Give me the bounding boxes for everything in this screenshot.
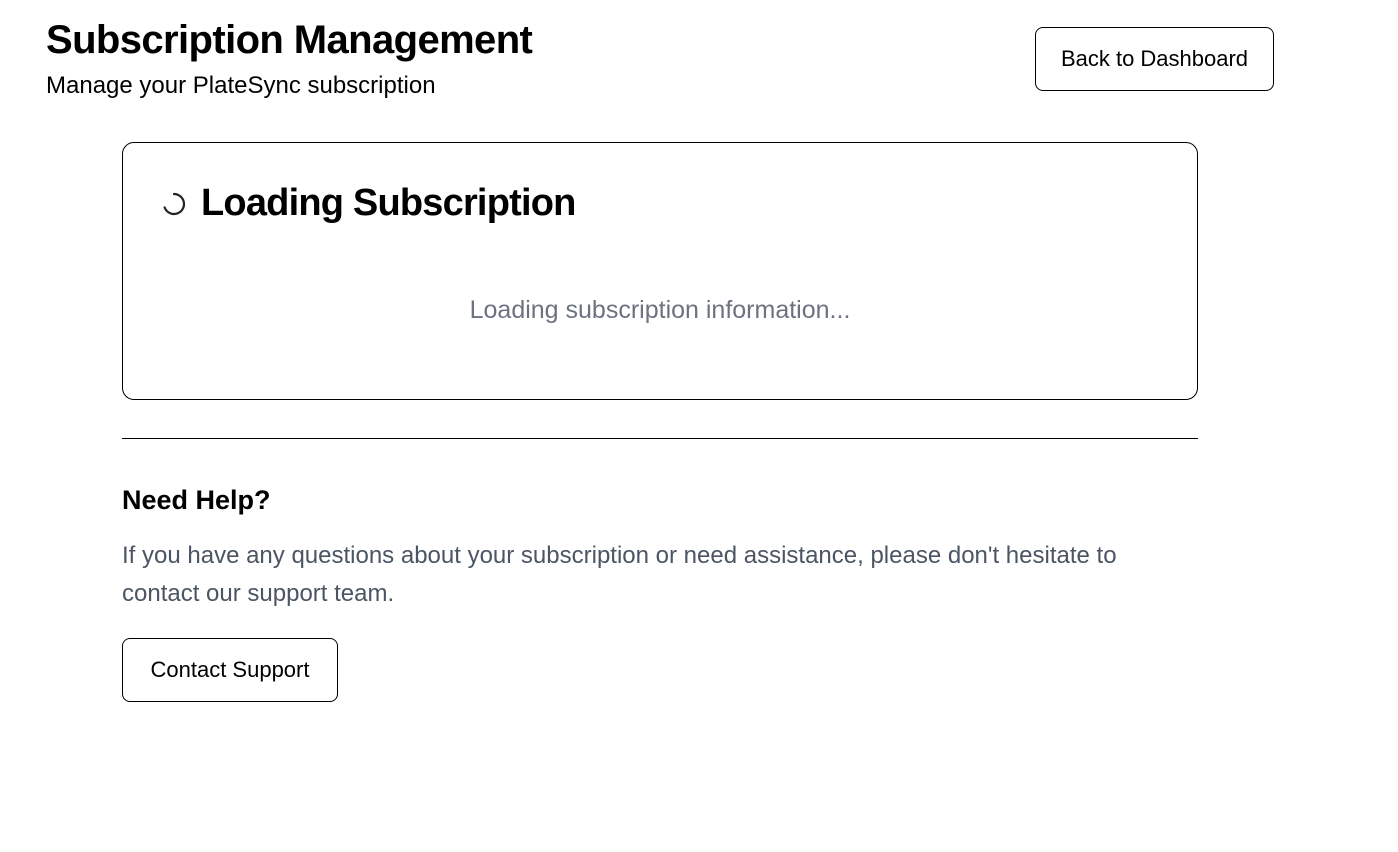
- back-to-dashboard-button[interactable]: Back to Dashboard: [1035, 27, 1274, 91]
- page-subtitle: Manage your PlateSync subscription: [46, 72, 436, 99]
- page-title: Subscription Management: [46, 18, 533, 62]
- help-title: Need Help?: [122, 485, 271, 515]
- section-divider: [122, 438, 1198, 439]
- help-text: If you have any questions about your sub…: [122, 542, 1117, 607]
- loading-message: Loading subscription information...: [469, 296, 851, 324]
- contact-support-button[interactable]: Contact Support: [122, 638, 338, 702]
- spinner-icon: [161, 191, 187, 217]
- loading-subscription-card: Loading Subscription Loading subscriptio…: [122, 142, 1198, 400]
- card-title: Loading Subscription: [201, 182, 576, 224]
- card-header: Loading Subscription: [161, 179, 576, 227]
